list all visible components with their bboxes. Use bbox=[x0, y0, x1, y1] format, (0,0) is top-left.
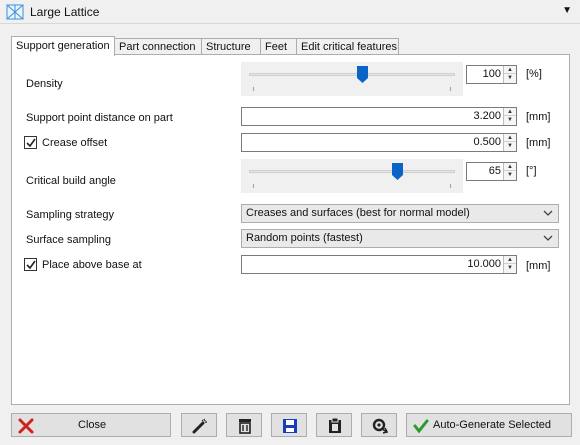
support-point-distance-label: Support point distance on part bbox=[26, 112, 173, 124]
clipboard-icon bbox=[329, 417, 341, 433]
support-point-distance-value: 3.200 bbox=[473, 110, 501, 122]
spin-down-icon[interactable]: ▼ bbox=[504, 264, 516, 272]
crease-offset-spinbox[interactable]: 0.500 ▲ ▼ bbox=[241, 133, 517, 152]
support-generation-panel: Density 100 ▲ ▼ [%] Support point distan… bbox=[11, 54, 570, 405]
slider-thumb[interactable] bbox=[356, 66, 368, 83]
lattice-app-icon bbox=[6, 4, 24, 23]
slider-tick bbox=[253, 184, 254, 188]
save-disk-icon bbox=[283, 419, 297, 433]
trash-icon bbox=[239, 419, 251, 434]
surface-sampling-selected: Random points (fastest) bbox=[246, 232, 363, 244]
place-above-base-spinbox[interactable]: 10.000 ▲ ▼ bbox=[241, 255, 517, 274]
critical-build-angle-label: Critical build angle bbox=[26, 175, 116, 187]
chevron-down-icon bbox=[543, 208, 553, 221]
close-button[interactable]: Close bbox=[11, 413, 171, 437]
spin-up-icon[interactable]: ▲ bbox=[504, 134, 516, 142]
delete-button[interactable] bbox=[226, 413, 262, 437]
spin-up-icon[interactable]: ▲ bbox=[504, 163, 516, 171]
spin-up-icon[interactable]: ▲ bbox=[504, 256, 516, 264]
slider-tick bbox=[253, 87, 254, 91]
critical-build-angle-spinbox[interactable]: 65 ▲ ▼ bbox=[466, 162, 517, 181]
title-bar: Large Lattice ▼ bbox=[0, 0, 580, 24]
spin-down-icon[interactable]: ▼ bbox=[504, 116, 516, 124]
critical-build-angle-unit: [°] bbox=[526, 165, 537, 177]
auto-generate-label: Auto-Generate Selected bbox=[433, 419, 552, 431]
tab-feet[interactable]: Feet bbox=[260, 38, 297, 55]
density-value: 100 bbox=[482, 68, 501, 80]
density-spinbox[interactable]: 100 ▲ ▼ bbox=[466, 65, 517, 84]
window-title: Large Lattice bbox=[30, 5, 100, 19]
density-slider[interactable] bbox=[241, 62, 463, 96]
tab-edit-critical-features[interactable]: Edit critical features bbox=[296, 38, 399, 55]
bottom-toolbar: Close Auto-Generate Selected bbox=[0, 410, 580, 445]
slider-track bbox=[249, 73, 455, 76]
spin-arrows[interactable]: ▲ ▼ bbox=[503, 134, 516, 151]
sampling-strategy-dropdown[interactable]: Creases and surfaces (best for normal mo… bbox=[241, 204, 559, 223]
refresh-settings-icon bbox=[372, 418, 389, 434]
critical-build-angle-slider[interactable] bbox=[241, 159, 463, 193]
spin-down-icon[interactable]: ▼ bbox=[504, 171, 516, 179]
auto-generate-selected-button[interactable]: Auto-Generate Selected bbox=[406, 413, 572, 437]
close-label: Close bbox=[78, 419, 107, 431]
close-x-icon bbox=[18, 418, 34, 434]
clipboard-button[interactable] bbox=[316, 413, 352, 437]
crease-offset-unit: [mm] bbox=[526, 137, 551, 149]
critical-build-angle-value: 65 bbox=[488, 165, 501, 177]
slider-tick bbox=[450, 87, 451, 91]
chevron-down-icon bbox=[543, 233, 553, 246]
sampling-strategy-selected: Creases and surfaces (best for normal mo… bbox=[246, 207, 470, 219]
density-label: Density bbox=[26, 78, 63, 90]
checkmark-icon bbox=[413, 419, 429, 434]
settings-button[interactable] bbox=[361, 413, 397, 437]
spin-arrows[interactable]: ▲ ▼ bbox=[503, 66, 516, 83]
support-point-distance-unit: [mm] bbox=[526, 111, 551, 123]
crease-offset-value: 0.500 bbox=[473, 136, 501, 148]
place-above-base-unit: [mm] bbox=[526, 260, 551, 272]
spin-down-icon[interactable]: ▼ bbox=[504, 142, 516, 150]
spin-arrows[interactable]: ▲ ▼ bbox=[503, 163, 516, 180]
tab-part-connection[interactable]: Part connection bbox=[114, 38, 202, 55]
slider-thumb[interactable] bbox=[391, 163, 403, 180]
magic-wand-icon bbox=[192, 418, 207, 434]
density-unit: [%] bbox=[526, 68, 542, 80]
support-point-distance-spinbox[interactable]: 3.200 ▲ ▼ bbox=[241, 107, 517, 126]
slider-tick bbox=[450, 184, 451, 188]
crease-offset-label: Crease offset bbox=[42, 137, 108, 149]
surface-sampling-dropdown[interactable]: Random points (fastest) bbox=[241, 229, 559, 248]
surface-sampling-label: Surface sampling bbox=[26, 234, 111, 246]
save-button[interactable] bbox=[271, 413, 307, 437]
spin-up-icon[interactable]: ▲ bbox=[504, 66, 516, 74]
spin-arrows[interactable]: ▲ ▼ bbox=[503, 256, 516, 273]
triangle-down-icon[interactable]: ▼ bbox=[562, 5, 572, 16]
place-above-base-label: Place above base at bbox=[42, 259, 142, 271]
tab-structure[interactable]: Structure bbox=[201, 38, 261, 55]
slider-track bbox=[249, 170, 455, 173]
sampling-strategy-label: Sampling strategy bbox=[26, 209, 115, 221]
place-above-base-value: 10.000 bbox=[467, 258, 501, 270]
place-above-base-checkbox[interactable] bbox=[24, 258, 37, 271]
tab-support-generation[interactable]: Support generation bbox=[11, 36, 115, 56]
magic-wand-button[interactable] bbox=[181, 413, 217, 437]
crease-offset-checkbox[interactable] bbox=[24, 136, 37, 149]
spin-arrows[interactable]: ▲ ▼ bbox=[503, 108, 516, 125]
spin-down-icon[interactable]: ▼ bbox=[504, 74, 516, 82]
spin-up-icon[interactable]: ▲ bbox=[504, 108, 516, 116]
